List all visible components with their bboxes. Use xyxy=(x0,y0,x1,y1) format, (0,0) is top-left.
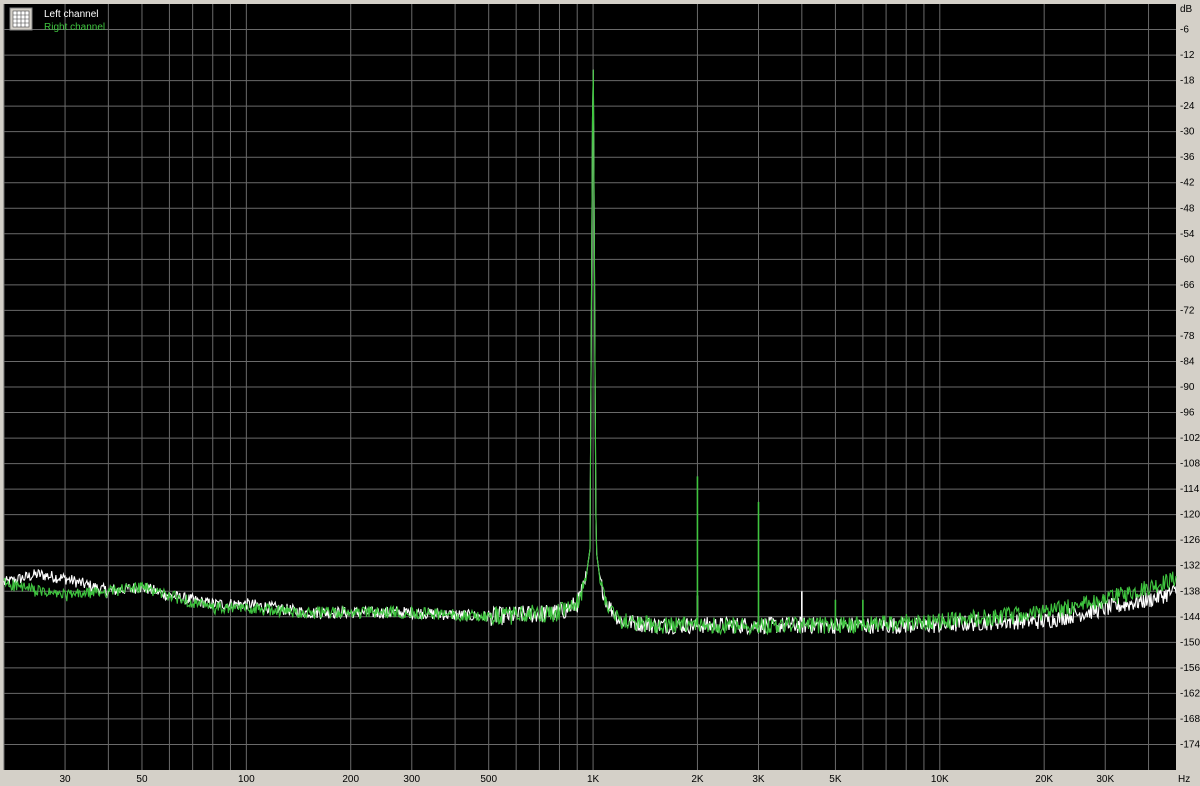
x-tick-label: 1K xyxy=(587,774,600,785)
y-tick-label: -102 xyxy=(1180,433,1200,444)
y-tick-label: -78 xyxy=(1180,331,1195,342)
y-tick-label: -174 xyxy=(1180,739,1200,750)
y-tick-label: -168 xyxy=(1180,714,1200,725)
y-tick-label: -96 xyxy=(1180,408,1195,419)
x-tick-label: 500 xyxy=(480,774,497,785)
x-tick-label: 30K xyxy=(1096,774,1114,785)
x-tick-label: 10K xyxy=(931,774,949,785)
y-tick-label: -114 xyxy=(1180,484,1200,495)
y-tick-label: -132 xyxy=(1180,561,1200,572)
x-tick-label: 30 xyxy=(59,774,71,785)
y-tick-label: -120 xyxy=(1180,510,1200,521)
legend-right-channel: Right channel xyxy=(44,22,105,33)
y-tick-label: -162 xyxy=(1180,688,1200,699)
y-tick-label: -84 xyxy=(1180,356,1195,367)
y-tick-label: -150 xyxy=(1180,637,1200,648)
y-tick-label: -138 xyxy=(1180,586,1200,597)
y-tick-label: -54 xyxy=(1180,229,1195,240)
y-tick-label: -108 xyxy=(1180,459,1200,470)
x-tick-label: 5K xyxy=(829,774,842,785)
y-tick-label: -60 xyxy=(1180,254,1195,265)
y-tick-label: -30 xyxy=(1180,127,1195,138)
x-tick-label: 3K xyxy=(752,774,765,785)
y-tick-label: -66 xyxy=(1180,280,1195,291)
spectrum-chart: -6 -12 -18 -24 -30 -36 -42 -48 -54 -60 -66 -72 -78 -8… xyxy=(0,0,1200,786)
y-tick-label: -72 xyxy=(1180,305,1195,316)
y-tick-label: -36 xyxy=(1180,152,1195,163)
y-tick-label: -126 xyxy=(1180,535,1200,546)
x-tick-label: 20K xyxy=(1035,774,1053,785)
y-tick-label: -144 xyxy=(1180,612,1200,623)
y-tick-label: -156 xyxy=(1180,663,1200,674)
x-tick-label: 200 xyxy=(342,774,359,785)
y-tick-label: -6 xyxy=(1180,25,1189,36)
x-axis-unit: Hz xyxy=(1178,774,1190,785)
x-tick-label: 300 xyxy=(403,774,420,785)
legend-left-channel: Left channel xyxy=(44,9,99,20)
y-tick-label: -48 xyxy=(1180,203,1195,214)
y-tick-label: -42 xyxy=(1180,178,1195,189)
legend-icon[interactable] xyxy=(9,7,33,31)
y-tick-label: -24 xyxy=(1180,101,1195,112)
y-tick-label: -12 xyxy=(1180,50,1195,61)
y-axis-unit: dB xyxy=(1180,4,1193,15)
x-tick-label: 50 xyxy=(136,774,148,785)
y-tick-label: -18 xyxy=(1180,76,1195,87)
x-tick-label: 100 xyxy=(238,774,255,785)
y-tick-label: -90 xyxy=(1180,382,1195,393)
x-tick-label: 2K xyxy=(691,774,704,785)
